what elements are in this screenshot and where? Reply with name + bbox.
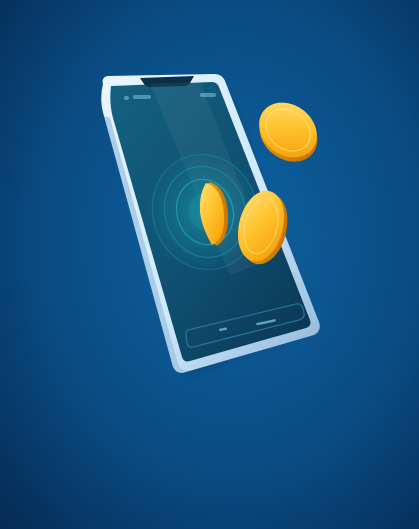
illustration-scene [0,0,419,529]
status-bar-left [133,95,151,99]
illustration-canvas [0,0,419,529]
status-dot [124,96,129,100]
